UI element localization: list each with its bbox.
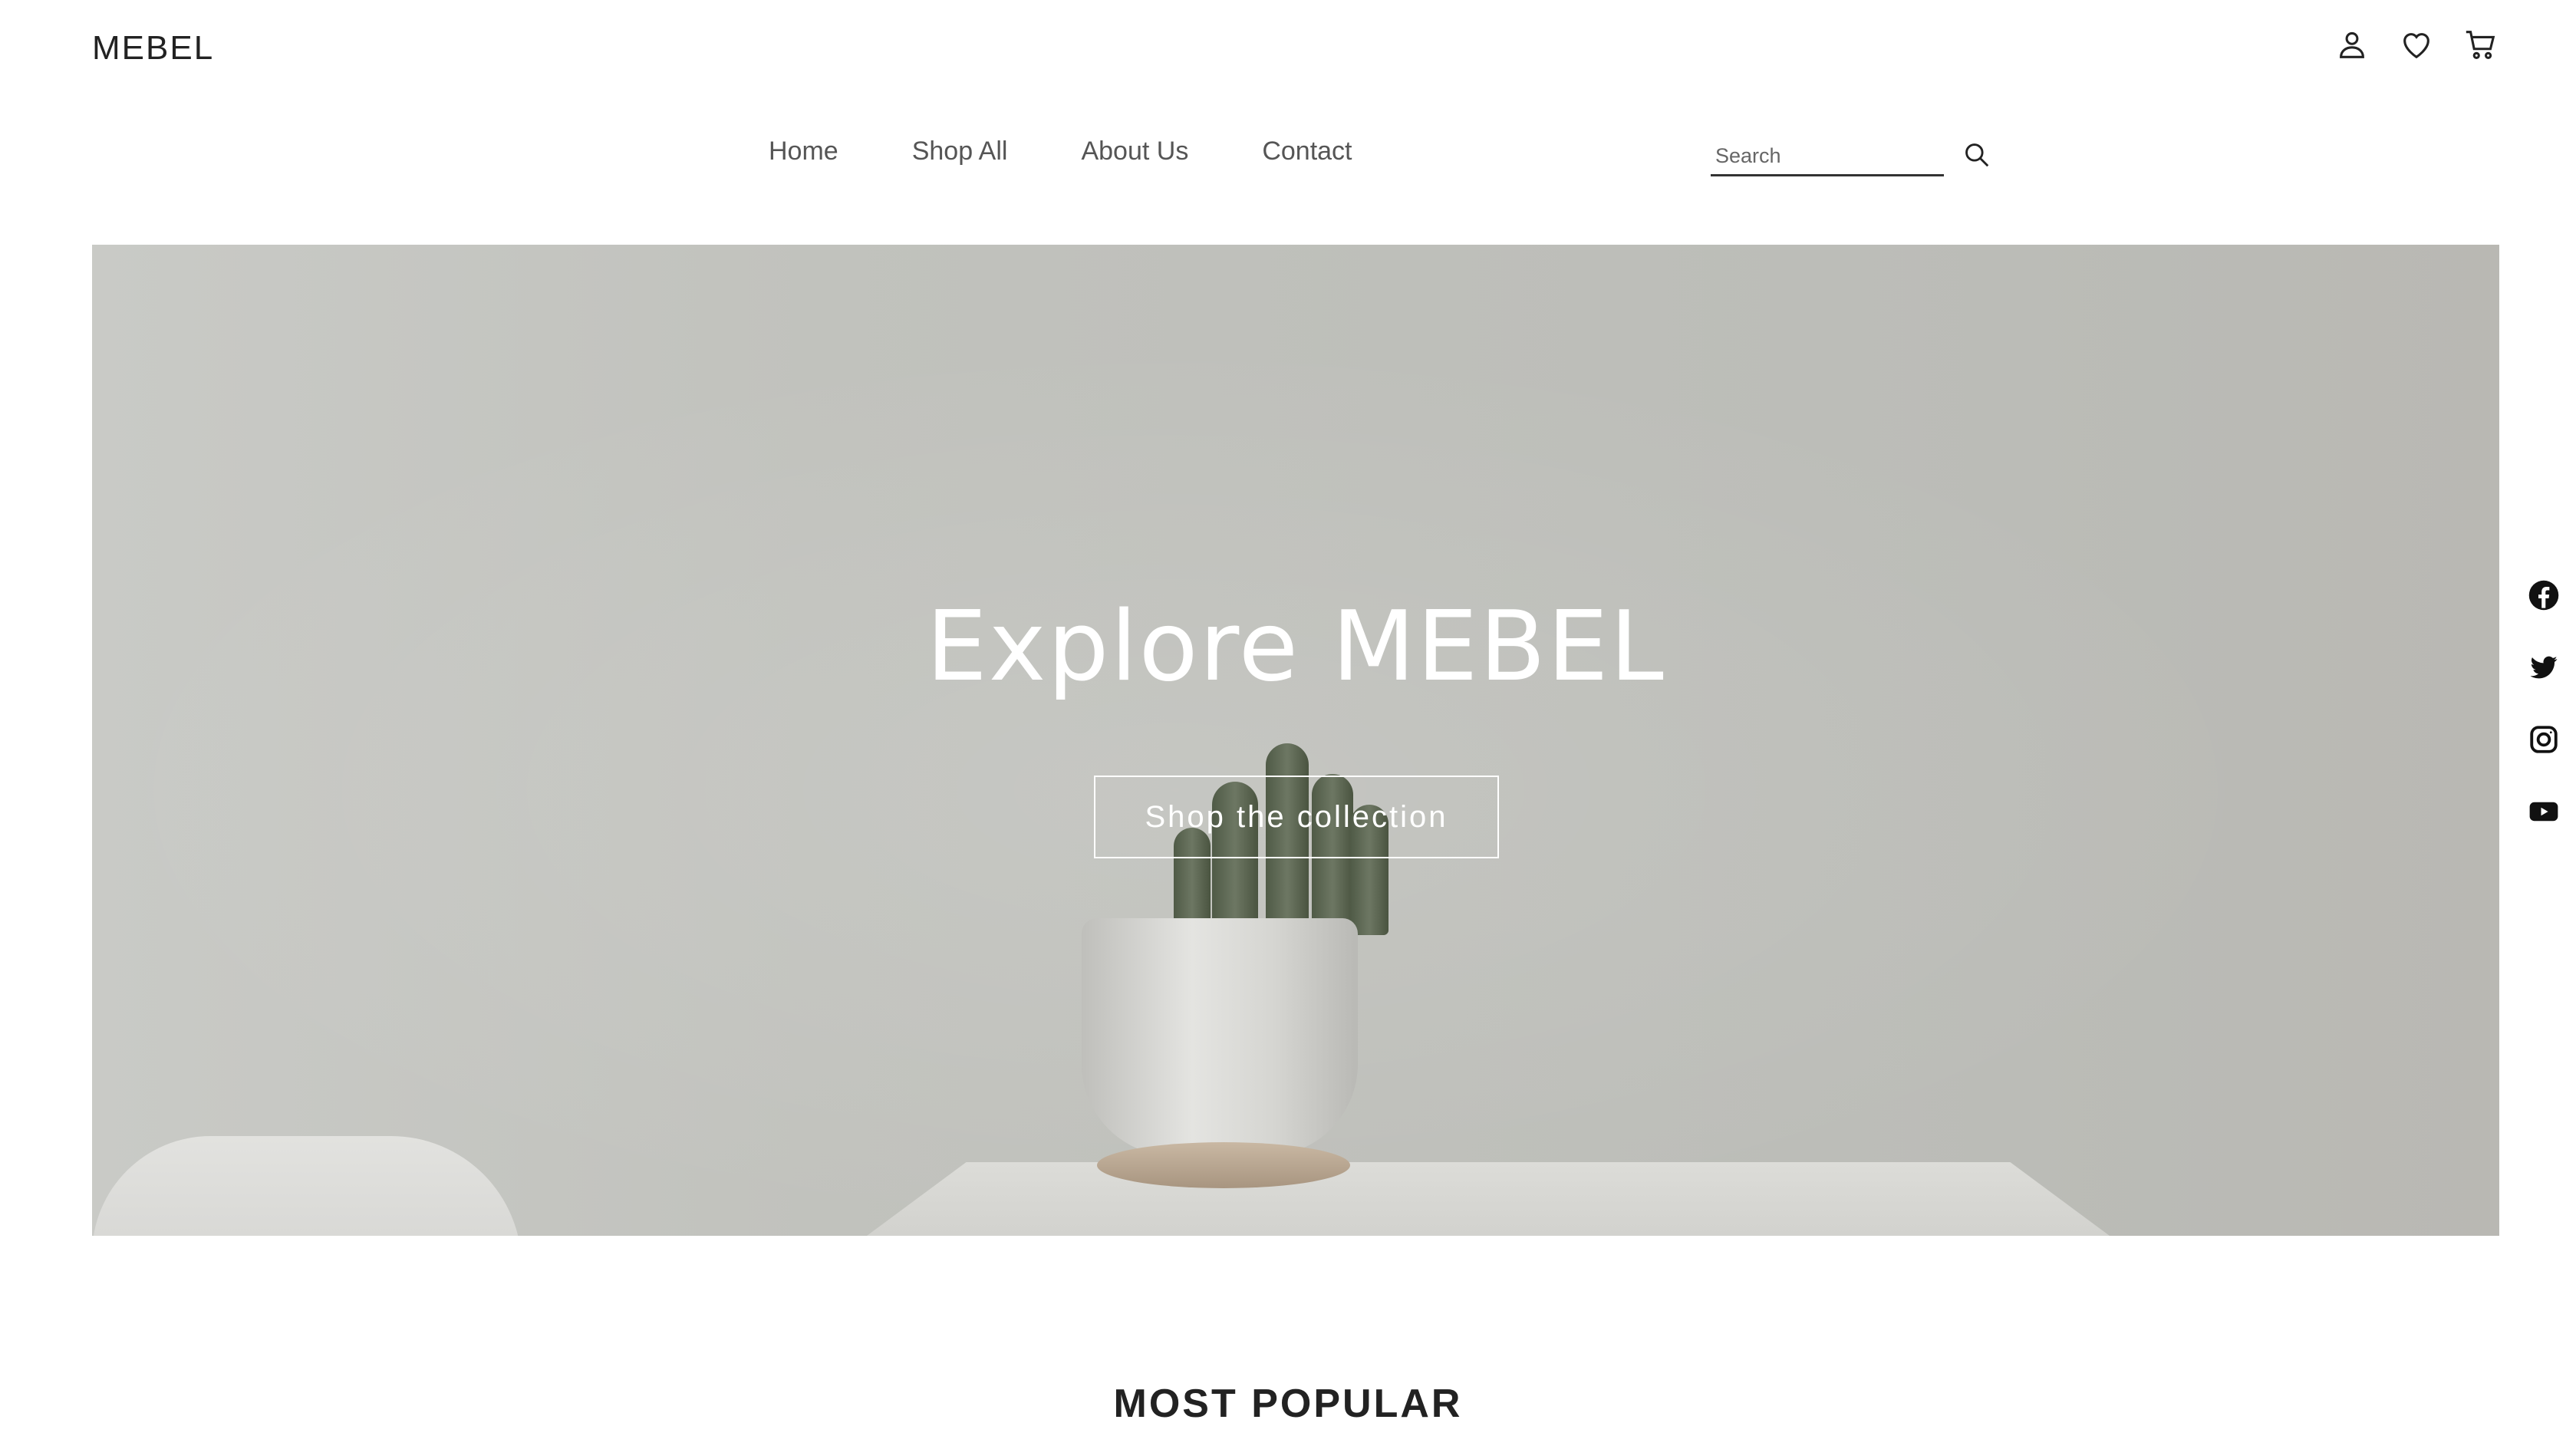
most-popular-heading: MOST POPULAR xyxy=(1113,1382,1463,1426)
search-input[interactable] xyxy=(1711,133,1944,176)
nav-item-shop-all[interactable]: Shop All xyxy=(912,137,1008,166)
hero-plant-pot xyxy=(1082,918,1358,1156)
nav-item-about-us[interactable]: About Us xyxy=(1081,137,1188,166)
twitter-icon[interactable] xyxy=(2527,650,2561,684)
hero-table-image xyxy=(867,1162,2110,1236)
user-icon[interactable] xyxy=(2334,26,2370,63)
facebook-icon[interactable] xyxy=(2527,578,2561,612)
cart-icon[interactable] xyxy=(2462,26,2499,63)
page: MEBEL Home Shop All About Us Contact Sea… xyxy=(0,0,2576,1436)
youtube-icon[interactable] xyxy=(2527,795,2561,828)
hero-pot-saucer xyxy=(1097,1142,1350,1188)
nav-item-contact[interactable]: Contact xyxy=(1262,137,1352,166)
hero-banner: Explore MEBEL Shop the collection xyxy=(92,245,2499,1236)
instagram-icon[interactable] xyxy=(2527,723,2561,756)
hero-title: Explore MEBEL xyxy=(926,590,1665,703)
social-links xyxy=(2527,578,2561,828)
header-icons xyxy=(2334,26,2499,63)
shop-collection-button[interactable]: Shop the collection xyxy=(1094,776,1499,858)
site-logo[interactable]: MEBEL xyxy=(92,29,214,68)
heart-icon[interactable] xyxy=(2398,26,2435,63)
nav-item-home[interactable]: Home xyxy=(769,137,838,166)
search-icon[interactable] xyxy=(1961,139,1993,171)
search-bar xyxy=(1711,133,1993,176)
main-nav: Home Shop All About Us Contact xyxy=(769,137,1352,166)
